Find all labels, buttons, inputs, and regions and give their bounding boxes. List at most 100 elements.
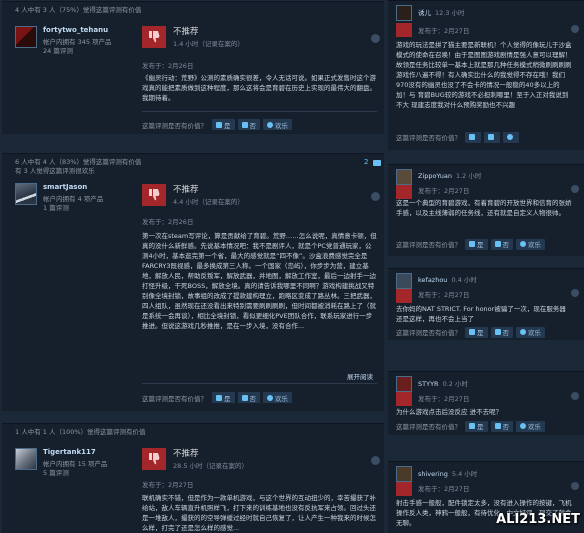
helpful-summary: 4 人中有 3 人（75%）觉得这篇评测有价值 <box>15 6 142 14</box>
posted-date: 发布于：2月27日 <box>418 291 470 299</box>
vote-no-button[interactable] <box>484 131 500 143</box>
helpful-summary: 6 人中有 4 人（83%）觉得这篇评测有价值 <box>15 158 142 166</box>
avatar[interactable] <box>396 5 412 21</box>
expand-review-link[interactable]: 展开阅读 <box>347 371 373 381</box>
author-block[interactable]: Tigertank117 帐户内拥有 15 项产品 5 篇评测 <box>15 448 130 478</box>
vote-yes-label: 是 <box>477 329 484 337</box>
thumbs-down-icon <box>494 241 501 247</box>
avatar[interactable] <box>396 466 412 482</box>
review-text: 这是一个典型的育碧游戏，有着育碧的开放世界和信育的张娇手感，以及主线薄弱的任务线… <box>396 199 572 217</box>
divider <box>142 111 377 112</box>
author-block[interactable]: smartJason 帐户内拥有 4 项产品 1 篇评测 <box>15 183 130 213</box>
vote-no-button[interactable]: 否 <box>490 326 513 338</box>
vote-funny-button[interactable] <box>503 131 519 143</box>
author-name[interactable]: fortytwo_tehanu <box>43 26 108 34</box>
vote-no-label: 否 <box>502 241 510 249</box>
vote-yes-button[interactable]: 是 <box>465 238 488 250</box>
vote-no-label: 否 <box>502 329 510 337</box>
vote-question: 这篇评测是否有价值？ <box>396 423 461 431</box>
thumbs-down-icon <box>396 392 412 406</box>
recent-review-card: kefazhou 0.4 小时 发布于：2月27日 去你妈的NAT STRICT.… <box>388 268 584 340</box>
vote-funny-label: 欢乐 <box>275 394 288 403</box>
vote-yes-button[interactable]: 是 <box>465 326 488 338</box>
vote-yes-button[interactable] <box>465 131 481 143</box>
reviewer-line[interactable]: kefazhou 0.4 小时 <box>418 274 477 284</box>
reviews-column: 4 人中有 3 人（75%）觉得这篇评测有价值 fortytwo_tehanu … <box>0 0 386 533</box>
thumbs-down-icon <box>142 26 166 48</box>
reviewer-name[interactable]: 诱儿 <box>418 9 431 17</box>
posted-date: 发布于：2月27日 <box>418 485 470 493</box>
reviewer-line[interactable]: shivering 5.4 小时 <box>418 468 477 478</box>
hours-played: 4.4 小时（记录在案的） <box>173 198 244 206</box>
review-count: 24 篇评测 <box>43 47 73 55</box>
reviewer-name[interactable]: kefazhou <box>418 276 447 284</box>
avatar[interactable] <box>396 169 412 185</box>
watermark: ALI213.NET <box>496 512 580 527</box>
steam-icon <box>371 34 380 43</box>
reviewer-line[interactable]: 诱儿 12.3 小时 <box>418 7 465 17</box>
thumbs-down-icon <box>488 134 494 140</box>
vote-bar: 这篇评测是否有价值？ 是 否 欢乐 <box>396 326 548 338</box>
review-text: 游戏的玩法是拼了猫主要是新联机！个人觉得的像玩儿于沙盒模式的使命在召唤！由于是图… <box>396 41 572 109</box>
reviewer-name[interactable]: shivering <box>418 470 448 478</box>
thumbs-down-icon <box>494 423 501 429</box>
thumbs-up-icon <box>469 423 475 429</box>
author-block[interactable]: fortytwo_tehanu 帐户内拥有 345 项产品 24 篇评测 <box>15 26 130 56</box>
reviewer-line[interactable]: ZippoYuan 1.2 小时 <box>418 170 481 180</box>
avatar[interactable] <box>15 26 37 48</box>
review-text: 《幽灵行动：荒野》公测的素质确实很差，令人无话可说。如果正式发售时这个游戏真的能… <box>142 74 376 102</box>
steam-icon <box>571 392 579 400</box>
vote-yes-label: 是 <box>224 121 231 130</box>
hours-played: 5.4 小时 <box>451 470 478 478</box>
vote-yes-label: 是 <box>477 423 484 431</box>
funny-face-icon <box>507 134 513 140</box>
recent-review-card: STYYR 0.2 小时 发布于：2月27日 为什么游戏点击后没反应 进不去呢？ … <box>388 371 584 435</box>
posted-date: 发布于：2月27日 <box>418 395 470 403</box>
thumbs-down-icon <box>142 184 166 206</box>
author-name[interactable]: Tigertank117 <box>43 448 96 456</box>
thumbs-down-icon <box>396 482 412 496</box>
vote-funny-button[interactable]: 欢乐 <box>263 119 292 130</box>
steam-icon <box>571 185 579 193</box>
vote-funny-button[interactable]: 欢乐 <box>516 238 545 250</box>
review-card: 4 人中有 3 人（75%）觉得这篇评测有价值 fortytwo_tehanu … <box>2 1 384 134</box>
thumbs-down-icon <box>396 185 412 199</box>
vote-yes-button[interactable]: 是 <box>465 420 488 432</box>
divider <box>142 383 377 384</box>
vote-bar: 这篇评测是否有价值？ 是 否 欢乐 <box>142 118 295 131</box>
vote-funny-label: 欢乐 <box>528 329 541 337</box>
reviewer-name[interactable]: STYYR <box>418 380 439 388</box>
vote-no-button[interactable]: 否 <box>490 238 513 250</box>
avatar[interactable] <box>396 273 412 289</box>
review-text: 第一次在steam写评论，算是贡献给了育碧。荒野……怎么说呢，真情意卡顿，但真的… <box>142 232 377 330</box>
vote-yes-button[interactable]: 是 <box>212 119 235 130</box>
avatar[interactable] <box>15 183 37 205</box>
reviewer-name[interactable]: ZippoYuan <box>418 172 452 180</box>
vote-funny-label: 欢乐 <box>275 121 288 130</box>
vote-no-label: 否 <box>502 423 510 431</box>
steam-icon <box>371 456 380 465</box>
avatar[interactable] <box>15 448 37 470</box>
posted-date: 发布于：2月27日 <box>142 481 194 489</box>
thumbs-down-icon <box>396 289 412 303</box>
helpful-summary: 1 人中有 1 人（100%）觉得这篇评测有价值 <box>15 428 146 436</box>
vote-yes-button[interactable]: 是 <box>212 392 235 403</box>
vote-funny-button[interactable]: 欢乐 <box>516 420 545 432</box>
vote-no-button[interactable]: 否 <box>237 392 260 403</box>
funny-face-icon <box>520 241 526 247</box>
review-text: 为什么游戏点击后没反应 进不去呢？ <box>396 408 503 416</box>
hours-played: 0.4 小时 <box>451 276 477 284</box>
author-name[interactable]: smartJason <box>43 183 87 191</box>
reviewer-line[interactable]: STYYR 0.2 小时 <box>418 378 468 388</box>
thumbs-up-icon <box>469 241 475 247</box>
vote-funny-button[interactable]: 欢乐 <box>516 326 545 338</box>
vote-no-button[interactable]: 否 <box>490 420 513 432</box>
avatar[interactable] <box>396 376 412 392</box>
funny-summary: 有 3 人觉得这篇评测很欢乐 <box>15 167 95 175</box>
thumbs-up-icon <box>216 394 222 401</box>
comment-count[interactable]: 2 <box>364 158 368 166</box>
vote-no-button[interactable]: 否 <box>237 119 260 130</box>
comment-icon[interactable] <box>373 160 381 166</box>
vote-bar: 这篇评测是否有价值？ 是 否 欢乐 <box>396 238 548 250</box>
vote-funny-button[interactable]: 欢乐 <box>263 392 292 403</box>
